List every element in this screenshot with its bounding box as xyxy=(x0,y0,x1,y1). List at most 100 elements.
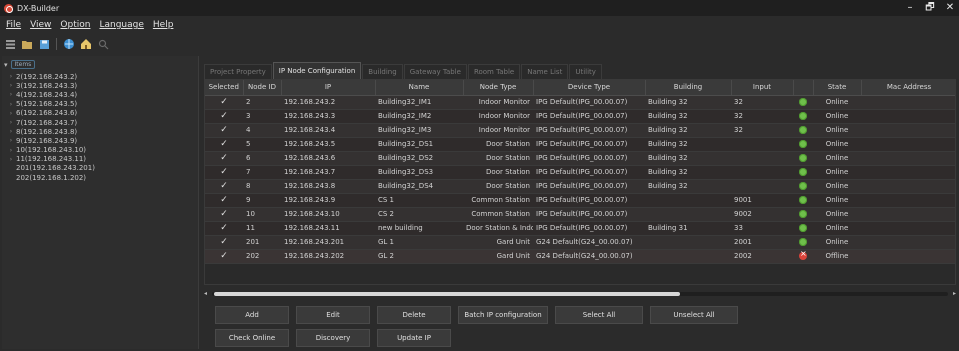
row-checkbox[interactable]: ✓ xyxy=(205,165,243,180)
title-bar: DX-Builder – 🗗 ✕ xyxy=(0,0,959,16)
network-icon[interactable] xyxy=(62,37,76,51)
column-header[interactable] xyxy=(793,80,814,96)
save-icon[interactable] xyxy=(37,37,51,51)
tab-ip-node-configuration[interactable]: IP Node Configuration xyxy=(272,62,362,79)
tree-node[interactable]: › 10(192.168.243.10) xyxy=(6,146,95,155)
restore-button[interactable]: 🗗 xyxy=(923,1,937,14)
batch-ip-configuration-button[interactable]: Batch IP configuration xyxy=(458,306,548,324)
tree-root[interactable]: ▾ Items xyxy=(4,60,36,69)
table-row[interactable]: ✓ 6 192.168.243.6 Building32_DS2 Door Statio… xyxy=(205,151,955,166)
table-row[interactable]: ✓ 3 192.168.243.3 Building32_IM2 Indoor Moni… xyxy=(205,109,955,124)
window-title: DX-Builder xyxy=(17,3,60,13)
tree-node[interactable]: › 4(192.168.243.4) xyxy=(6,90,95,99)
cell-building: Building 32 xyxy=(645,95,731,110)
tree-node[interactable]: › 2(192.168.243.2) xyxy=(6,72,95,81)
menu-help[interactable]: Help xyxy=(153,20,174,30)
table-row[interactable]: ✓ 202 192.168.243.202 GL 2 Gard Unit G24 Defa… xyxy=(205,249,955,264)
table-row[interactable]: ✓ 10 192.168.243.10 CS 2 Common Station IPG D… xyxy=(205,207,955,222)
tree-node[interactable]: 202(192.168.1.202) xyxy=(6,173,95,182)
edit-button[interactable]: Edit xyxy=(296,306,370,324)
table-row[interactable]: ✓ 4 192.168.243.4 Building32_IM3 Indoor Moni… xyxy=(205,123,955,138)
home-icon[interactable] xyxy=(79,37,93,51)
table-row[interactable]: ✓ 2 192.168.243.2 Building32_IM1 Indoor Moni… xyxy=(205,95,955,110)
column-header[interactable]: Node Type xyxy=(463,80,534,96)
scroll-left-icon[interactable]: ◂ xyxy=(204,290,207,297)
search-icon[interactable] xyxy=(96,37,110,51)
column-header[interactable]: Name xyxy=(375,80,464,96)
table-row[interactable]: ✓ 7 192.168.243.7 Building32_DS3 Door Statio… xyxy=(205,165,955,180)
chevron-right-icon[interactable]: › xyxy=(6,73,16,80)
list-icon[interactable] xyxy=(3,37,17,51)
table-row[interactable]: ✓ 8 192.168.243.8 Building32_DS4 Door Statio… xyxy=(205,179,955,194)
add-button[interactable]: Add xyxy=(215,306,289,324)
horizontal-scrollbar[interactable]: ◂ ▸ xyxy=(204,290,956,297)
menu-view[interactable]: View xyxy=(30,20,51,30)
tab-room-table[interactable]: Room Table xyxy=(467,64,521,79)
table-row[interactable]: ✓ 9 192.168.243.9 CS 1 Common Station IPG Def… xyxy=(205,193,955,208)
scrollbar-thumb[interactable] xyxy=(214,292,680,296)
tab-building[interactable]: Building xyxy=(362,64,403,79)
cell-input: 9001 xyxy=(731,193,793,208)
chevron-right-icon[interactable]: › xyxy=(6,110,16,117)
chevron-right-icon[interactable]: › xyxy=(6,156,16,163)
row-checkbox[interactable]: ✓ xyxy=(205,95,243,110)
cell-node-id: 4 xyxy=(243,123,281,138)
tree-node[interactable]: › 6(192.168.243.6) xyxy=(6,109,95,118)
row-checkbox[interactable]: ✓ xyxy=(205,137,243,152)
tab-project-property[interactable]: Project Property xyxy=(204,64,272,79)
check-online-button[interactable]: Check Online xyxy=(215,329,289,347)
tree-node[interactable]: › 5(192.168.243.5) xyxy=(6,100,95,109)
tree-node[interactable]: 201(192.168.243.201) xyxy=(6,164,95,173)
minimize-button[interactable]: – xyxy=(903,1,917,14)
tree-node[interactable]: › 3(192.168.243.3) xyxy=(6,81,95,90)
discovery-button[interactable]: Discovery xyxy=(296,329,370,347)
column-header[interactable]: Selected xyxy=(205,80,244,96)
menu-file[interactable]: File xyxy=(6,20,21,30)
column-header[interactable]: IP xyxy=(281,80,376,96)
chevron-right-icon[interactable]: › xyxy=(6,101,16,108)
row-checkbox[interactable]: ✓ xyxy=(205,123,243,138)
chevron-right-icon[interactable]: › xyxy=(6,91,16,98)
tab-name-list[interactable]: Name List xyxy=(521,64,569,79)
chevron-right-icon[interactable]: › xyxy=(6,128,16,135)
column-header[interactable]: Input xyxy=(731,80,794,96)
row-checkbox[interactable]: ✓ xyxy=(205,235,243,250)
tab-gateway-table[interactable]: Gateway Table xyxy=(403,64,467,79)
scroll-right-icon[interactable]: ▸ xyxy=(953,290,956,297)
table-row[interactable]: ✓ 201 192.168.243.201 GL 1 Gard Unit G24 Defa… xyxy=(205,235,955,250)
column-header[interactable]: Building xyxy=(645,80,732,96)
folder-icon[interactable] xyxy=(20,37,34,51)
chevron-down-icon[interactable]: ▾ xyxy=(4,61,8,69)
tab-utility[interactable]: Utility xyxy=(569,64,602,79)
row-checkbox[interactable]: ✓ xyxy=(205,179,243,194)
row-checkbox[interactable]: ✓ xyxy=(205,109,243,124)
table-row[interactable]: ✓ 5 192.168.243.5 Building32_DS1 Door Statio… xyxy=(205,137,955,152)
window-controls: – 🗗 ✕ xyxy=(903,1,957,14)
column-header[interactable]: Mac Address xyxy=(861,80,955,96)
tree-node[interactable]: › 7(192.168.243.7) xyxy=(6,118,95,127)
chevron-right-icon[interactable]: › xyxy=(6,147,16,154)
tree-node[interactable]: › 9(192.168.243.9) xyxy=(6,136,95,145)
select-all-button[interactable]: Select All xyxy=(555,306,643,324)
row-checkbox[interactable]: ✓ xyxy=(205,221,243,236)
chevron-right-icon[interactable]: › xyxy=(6,82,16,89)
column-header[interactable]: Device Type xyxy=(533,80,646,96)
row-checkbox[interactable]: ✓ xyxy=(205,151,243,166)
unselect-all-button[interactable]: Unselect All xyxy=(650,306,738,324)
row-checkbox[interactable]: ✓ xyxy=(205,207,243,222)
column-header[interactable]: Node ID xyxy=(243,80,282,96)
column-header[interactable]: State xyxy=(813,80,862,96)
row-checkbox[interactable]: ✓ xyxy=(205,249,243,264)
menu-language[interactable]: Language xyxy=(99,20,143,30)
cell-name: Building32_DS2 xyxy=(375,151,463,166)
close-button[interactable]: ✕ xyxy=(943,1,957,14)
tree-node[interactable]: › 8(192.168.243.8) xyxy=(6,127,95,136)
chevron-right-icon[interactable]: › xyxy=(6,137,16,144)
update-ip-button[interactable]: Update IP xyxy=(377,329,451,347)
delete-button[interactable]: Delete xyxy=(377,306,451,324)
table-row[interactable]: ✓ 11 192.168.243.11 new building Door Statio… xyxy=(205,221,955,236)
chevron-right-icon[interactable]: › xyxy=(6,119,16,126)
row-checkbox[interactable]: ✓ xyxy=(205,193,243,208)
menu-option[interactable]: Option xyxy=(60,20,90,30)
tree-node[interactable]: › 11(192.168.243.11) xyxy=(6,155,95,164)
